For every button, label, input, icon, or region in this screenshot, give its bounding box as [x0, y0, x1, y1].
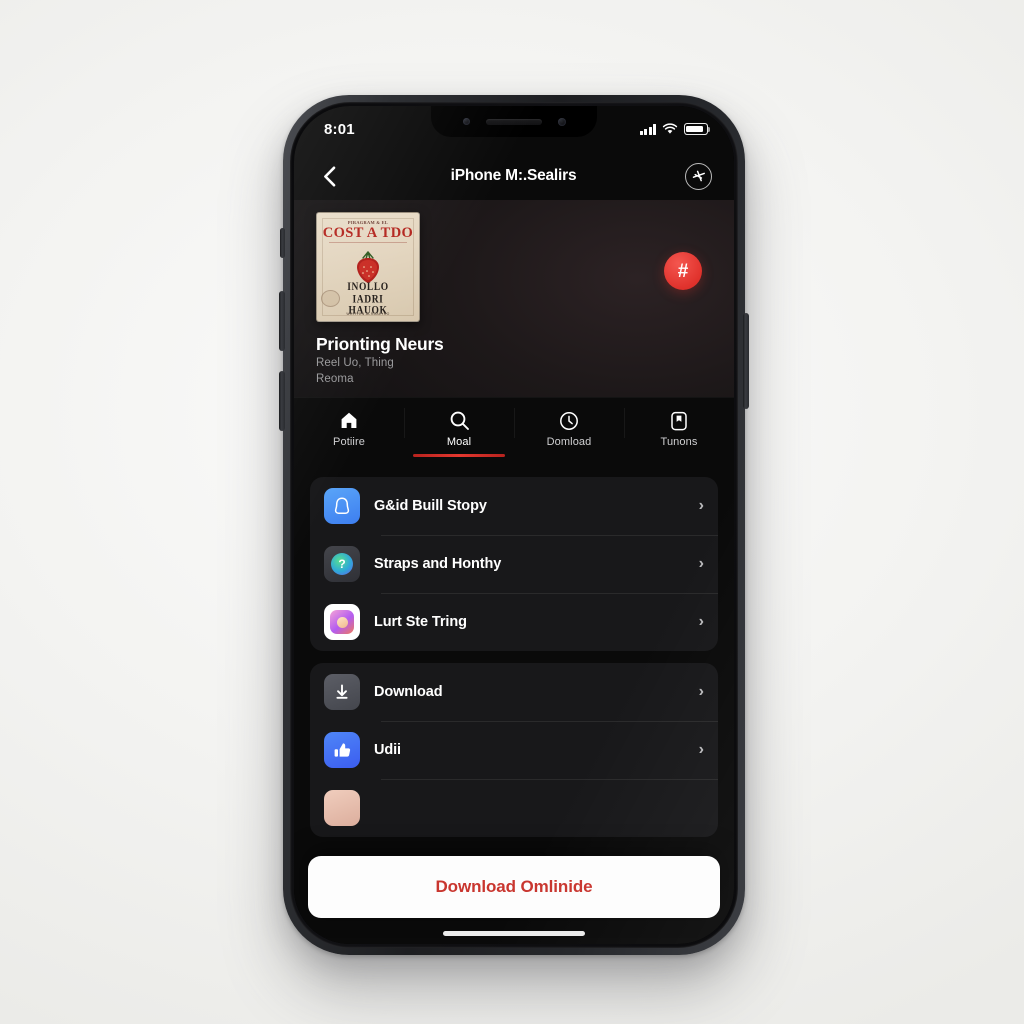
compass-glyph-icon: ?: [331, 553, 353, 575]
list-item-label: Lurt Ste Tring: [374, 614, 467, 630]
photos-app-icon: [324, 604, 360, 640]
tab-label: Tunons: [660, 436, 698, 448]
list-item[interactable]: Udii ›: [310, 721, 718, 779]
hero-subtitle-line-1: Reel Uo, Thing: [316, 357, 394, 370]
wifi-icon: [662, 123, 678, 134]
hero-top: PIRAGRAM & EL COST A TDO INOLLO IADRI HA…: [316, 212, 712, 322]
airplane-plus-button[interactable]: [685, 162, 712, 190]
list-group-2: Download › Udii ›: [310, 663, 718, 837]
search-icon: [449, 410, 470, 431]
phone-screen: 8:01 iPhone M:.Sealirs PIRAGRAM & EL COS…: [294, 106, 734, 944]
cta-container: Download Omlinide: [308, 856, 720, 918]
chevron-left-icon: [323, 166, 335, 186]
power-button[interactable]: [743, 313, 749, 409]
chevron-right-icon: ›: [698, 555, 704, 572]
tab-label: Potiire: [333, 436, 365, 448]
hero-subtitle-line-2: Reoma: [316, 372, 354, 385]
tab-label: Domload: [546, 436, 592, 448]
cta-label: Download Omlinide: [435, 877, 593, 896]
list-item[interactable]: G&id Buill Stopy ›: [310, 477, 718, 535]
album-rule: [329, 242, 407, 243]
volume-up-button[interactable]: [279, 291, 285, 351]
phone-device: 8:01 iPhone M:.Sealirs PIRAGRAM & EL COS…: [279, 95, 749, 955]
bookmark-icon: [670, 410, 688, 431]
back-button[interactable]: [316, 163, 342, 189]
chevron-right-icon: ›: [698, 683, 704, 700]
page-title: iPhone M:.Sealirs: [450, 167, 577, 184]
chevron-right-icon: ›: [698, 613, 704, 630]
clock-icon: [559, 410, 579, 431]
list-item[interactable]: Download ›: [310, 663, 718, 721]
chevron-right-icon: ›: [698, 741, 704, 758]
compass-app-icon: ?: [324, 546, 360, 582]
hashtag-badge-button[interactable]: #: [664, 252, 702, 290]
list-group-1: G&id Buill Stopy › ? Straps and Honthy ›: [310, 477, 718, 651]
chevron-right-icon: ›: [698, 497, 704, 514]
hero-text: Prionting Neurs Reel Uo, Thing Reoma: [316, 322, 712, 388]
hero-subtitle: Reel Uo, Thing Reoma: [316, 356, 712, 388]
photos-glyph-icon: [330, 610, 354, 634]
navigation-bar: iPhone M:.Sealirs: [294, 152, 734, 200]
thumbs-up-icon: [324, 732, 360, 768]
screen-bezel: 8:01 iPhone M:.Sealirs PIRAGRAM & EL COS…: [294, 106, 734, 944]
bell-app-icon: [324, 488, 360, 524]
hero-title: Prionting Neurs: [316, 334, 444, 354]
list-item[interactable]: ? Straps and Honthy ›: [310, 535, 718, 593]
download-arrow-icon: [324, 674, 360, 710]
partial-app-icon: [324, 790, 360, 826]
album-footer-text: WRITTEN ALRUALYRO: [346, 312, 390, 316]
tab-tunons[interactable]: Tunons: [624, 406, 734, 448]
status-bar: 8:01: [294, 106, 734, 152]
list-item-label: Udii: [374, 742, 401, 758]
home-icon: [339, 410, 359, 431]
hero-section: PIRAGRAM & EL COST A TDO INOLLO IADRI HA…: [294, 200, 734, 397]
cellular-signal-icon: [639, 123, 656, 135]
active-tab-indicator: [413, 454, 505, 457]
tab-bar: Potiire Moal Domload Tunons: [294, 397, 734, 465]
status-time: 8:01: [324, 120, 355, 138]
tab-potiire[interactable]: Potiire: [294, 406, 404, 448]
list-item[interactable]: [310, 779, 718, 837]
list-item-label: Download: [374, 684, 443, 700]
list-item-label: G&id Buill Stopy: [374, 498, 487, 514]
list-item-label: Straps and Honthy: [374, 556, 502, 572]
album-artwork[interactable]: PIRAGRAM & EL COST A TDO INOLLO IADRI HA…: [316, 212, 420, 322]
tab-moal[interactable]: Moal: [404, 406, 514, 457]
status-indicators: [639, 123, 711, 135]
album-stamp-icon: [321, 290, 340, 307]
battery-icon: [684, 123, 711, 135]
mute-switch[interactable]: [280, 228, 285, 258]
home-indicator[interactable]: [443, 931, 585, 936]
tab-label: Moal: [446, 436, 472, 448]
volume-down-button[interactable]: [279, 371, 285, 431]
tab-domload[interactable]: Domload: [514, 406, 624, 448]
list-item[interactable]: Lurt Ste Tring ›: [310, 593, 718, 651]
airplane-plus-icon: [692, 170, 705, 182]
download-online-button[interactable]: Download Omlinide: [308, 856, 720, 918]
album-title-text: COST A TDO: [322, 225, 414, 241]
